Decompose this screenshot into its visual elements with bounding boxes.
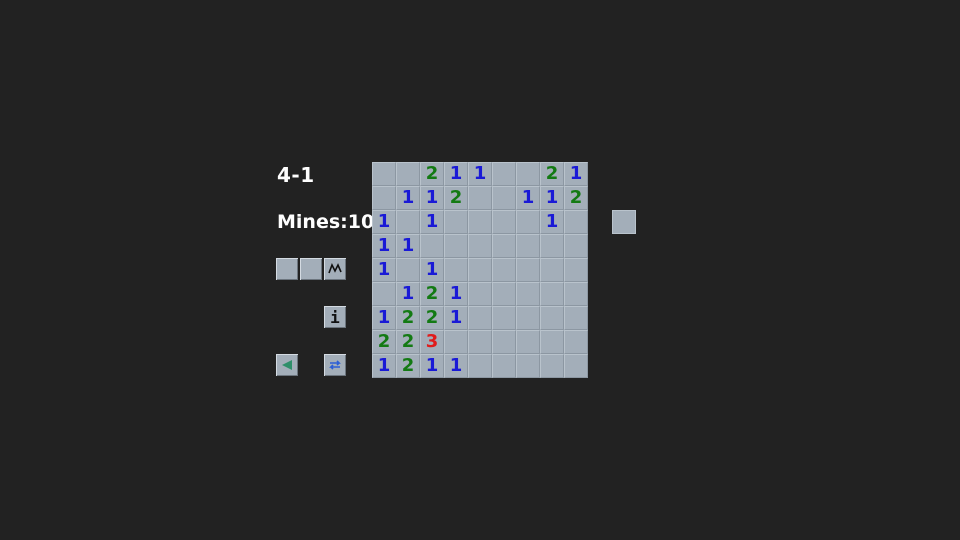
board-cell[interactable] <box>516 258 540 282</box>
board-cell[interactable]: 1 <box>540 210 564 234</box>
board-cell[interactable]: 1 <box>396 186 420 210</box>
board-cell[interactable]: 2 <box>444 186 468 210</box>
board-cell[interactable] <box>564 234 588 258</box>
board-cell[interactable] <box>372 162 396 186</box>
board-cell[interactable] <box>540 234 564 258</box>
board-cell[interactable]: 2 <box>396 306 420 330</box>
board-cell[interactable]: 2 <box>420 162 444 186</box>
board-cell[interactable]: 1 <box>516 186 540 210</box>
board-cell[interactable] <box>444 330 468 354</box>
board-cell[interactable] <box>516 330 540 354</box>
board-cell[interactable]: 2 <box>372 330 396 354</box>
board-cell[interactable] <box>564 354 588 378</box>
back-button[interactable] <box>276 354 298 376</box>
board-cell[interactable] <box>540 354 564 378</box>
board-cell[interactable]: 1 <box>444 162 468 186</box>
board-cell[interactable]: 1 <box>420 210 444 234</box>
board-cell[interactable]: 2 <box>396 330 420 354</box>
info-button[interactable]: i <box>324 306 346 328</box>
board-cell[interactable] <box>492 354 516 378</box>
board-cell[interactable] <box>396 162 420 186</box>
board-cell[interactable] <box>468 282 492 306</box>
board-cell[interactable]: 2 <box>540 162 564 186</box>
swap-arrows-icon <box>329 360 341 370</box>
board-cell[interactable] <box>540 306 564 330</box>
board-cell[interactable] <box>540 282 564 306</box>
board-cell[interactable] <box>516 282 540 306</box>
board-cell[interactable] <box>372 186 396 210</box>
board-cell[interactable]: 1 <box>564 162 588 186</box>
board-cell[interactable]: 3 <box>420 330 444 354</box>
board-cell[interactable] <box>468 306 492 330</box>
hint-button[interactable] <box>324 258 346 280</box>
board-cell[interactable] <box>516 354 540 378</box>
board-cell[interactable] <box>516 234 540 258</box>
back-arrow-icon <box>282 360 292 370</box>
board-cell[interactable] <box>492 162 516 186</box>
board-cell[interactable] <box>564 258 588 282</box>
board-cell[interactable] <box>540 258 564 282</box>
board-cell[interactable] <box>516 210 540 234</box>
board-cell[interactable]: 1 <box>372 258 396 282</box>
toolbar-slot-1[interactable] <box>276 258 298 280</box>
board-cell[interactable]: 1 <box>372 234 396 258</box>
board-cell[interactable] <box>372 282 396 306</box>
board-cell[interactable]: 1 <box>420 186 444 210</box>
board-cell[interactable]: 1 <box>372 306 396 330</box>
squiggle-icon <box>328 263 342 274</box>
board-cell[interactable] <box>564 306 588 330</box>
board-cell[interactable]: 1 <box>444 306 468 330</box>
board-cell[interactable] <box>468 210 492 234</box>
board-cell[interactable] <box>516 162 540 186</box>
level-label: 4-1 <box>277 163 315 187</box>
board-cell[interactable] <box>492 234 516 258</box>
minefield-grid: 21121112112111111112112212231211 <box>372 162 588 378</box>
board-cell[interactable] <box>492 306 516 330</box>
board-cell[interactable]: 1 <box>420 258 444 282</box>
board-cell[interactable] <box>468 330 492 354</box>
board-cell[interactable] <box>468 186 492 210</box>
board-cell[interactable] <box>492 258 516 282</box>
board-cell[interactable]: 1 <box>372 354 396 378</box>
board-cell[interactable] <box>564 210 588 234</box>
restart-button[interactable] <box>324 354 346 376</box>
board-cell[interactable] <box>444 234 468 258</box>
board-cell[interactable] <box>468 354 492 378</box>
toolbar-slot-2[interactable] <box>300 258 322 280</box>
board-cell[interactable] <box>516 306 540 330</box>
board-cell[interactable]: 1 <box>420 354 444 378</box>
board-cell[interactable] <box>468 234 492 258</box>
board-cell[interactable]: 2 <box>420 282 444 306</box>
board-cell[interactable] <box>492 186 516 210</box>
board-cell[interactable] <box>396 210 420 234</box>
board-cell[interactable]: 1 <box>468 162 492 186</box>
board-cell[interactable]: 2 <box>564 186 588 210</box>
board-cell[interactable] <box>492 210 516 234</box>
board-cell[interactable] <box>420 234 444 258</box>
board-cell[interactable] <box>492 330 516 354</box>
board-cell[interactable] <box>444 258 468 282</box>
mines-counter: Mines:10 <box>277 211 375 233</box>
board-cell[interactable] <box>396 258 420 282</box>
board-cell[interactable] <box>564 282 588 306</box>
board-cell[interactable] <box>468 258 492 282</box>
board-cell[interactable] <box>564 330 588 354</box>
extra-cell[interactable] <box>612 210 636 234</box>
board-cell[interactable]: 1 <box>396 234 420 258</box>
board-cell[interactable]: 1 <box>396 282 420 306</box>
board-cell[interactable] <box>444 210 468 234</box>
board-cell[interactable] <box>540 330 564 354</box>
board-cell[interactable]: 1 <box>540 186 564 210</box>
board-cell[interactable]: 1 <box>444 354 468 378</box>
board-cell[interactable]: 2 <box>420 306 444 330</box>
info-icon: i <box>330 307 340 327</box>
board-cell[interactable]: 2 <box>396 354 420 378</box>
board-cell[interactable] <box>492 282 516 306</box>
board-cell[interactable]: 1 <box>444 282 468 306</box>
board-cell[interactable]: 1 <box>372 210 396 234</box>
